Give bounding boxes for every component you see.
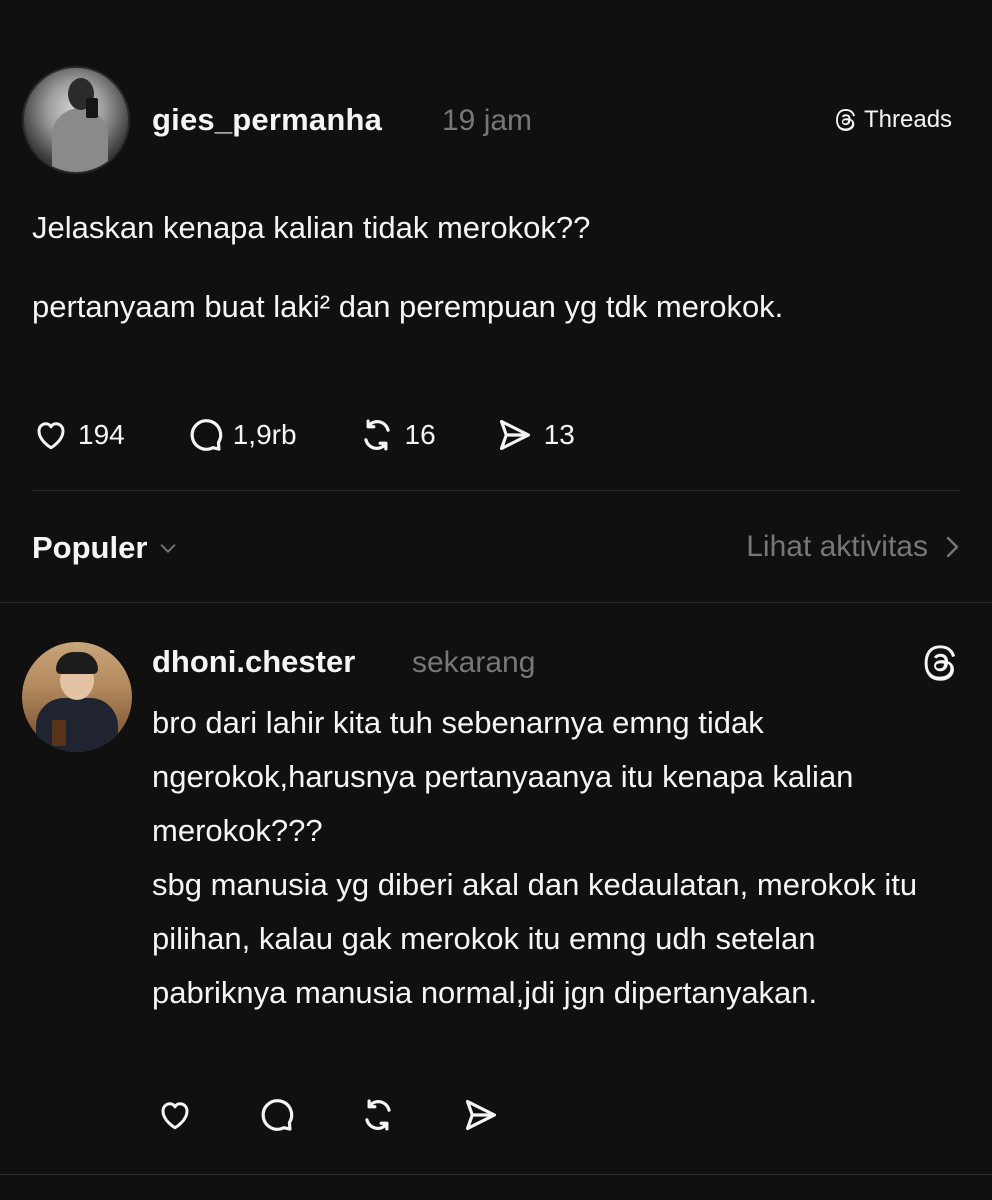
avatar-cup bbox=[52, 720, 66, 746]
avatar-figure-hair bbox=[56, 652, 98, 674]
post-action-bar: 194 1,9rb 16 13 bbox=[32, 416, 575, 454]
post-timestamp: 19 jam bbox=[442, 104, 533, 137]
like-count: 194 bbox=[78, 419, 125, 450]
post-username[interactable]: gies_permanha bbox=[152, 102, 382, 138]
reply-button[interactable]: 1,9rb bbox=[185, 416, 297, 454]
post-body: pertanyaam buat laki² dan perempuan yg t… bbox=[32, 289, 784, 324]
reply-paragraph: sbg manusia yg diberi akal dan kedaulata… bbox=[152, 867, 918, 1010]
post-title: Jelaskan kenapa kalian tidak merokok?? bbox=[32, 210, 591, 245]
threads-post-screen: gies_permanha 19 jam Threads Jelaskan ke… bbox=[0, 0, 992, 1200]
threads-logo-icon bbox=[836, 109, 855, 131]
divider bbox=[32, 490, 960, 491]
reply-username[interactable]: dhoni.chester bbox=[152, 644, 355, 680]
share-button[interactable]: 13 bbox=[494, 416, 575, 454]
divider bbox=[0, 1174, 992, 1175]
view-activity-label: Lihat aktivitas bbox=[746, 530, 928, 563]
threads-logo-icon bbox=[924, 645, 956, 681]
comment-bubble-icon bbox=[190, 419, 222, 451]
reply-avatar[interactable] bbox=[22, 642, 132, 752]
like-button[interactable]: 194 bbox=[32, 417, 125, 453]
repost-count: 16 bbox=[404, 419, 436, 450]
share-count: 13 bbox=[543, 419, 575, 450]
reply-body: bro dari lahir kita tuh sebenarnya emng … bbox=[152, 696, 952, 1020]
reply-paragraph: bro dari lahir kita tuh sebenarnya emng … bbox=[152, 705, 854, 848]
sort-label: Populer bbox=[32, 530, 148, 565]
heart-icon bbox=[37, 422, 65, 450]
reply-action-bar bbox=[156, 1096, 502, 1134]
avatar-figure-body bbox=[36, 698, 118, 752]
view-activity-link[interactable]: Lihat aktivitas bbox=[746, 530, 962, 564]
avatar-phone bbox=[86, 98, 98, 118]
comment-bubble-icon[interactable] bbox=[256, 1096, 296, 1134]
send-icon[interactable] bbox=[460, 1096, 502, 1134]
threads-badge[interactable]: Threads bbox=[832, 106, 952, 134]
heart-icon[interactable] bbox=[156, 1097, 194, 1133]
send-icon bbox=[499, 419, 530, 451]
chevron-right-icon bbox=[946, 536, 959, 558]
sort-dropdown[interactable]: Populer bbox=[32, 530, 179, 566]
repost-icon[interactable] bbox=[358, 1096, 398, 1134]
avatar[interactable] bbox=[22, 66, 130, 174]
reply-timestamp: sekarang bbox=[412, 646, 536, 679]
repost-button[interactable]: 16 bbox=[357, 416, 436, 454]
repost-icon bbox=[363, 419, 390, 451]
reply-count: 1,9rb bbox=[232, 419, 297, 450]
avatar-figure-body bbox=[52, 108, 108, 172]
divider bbox=[0, 602, 992, 603]
chevron-down-icon bbox=[161, 544, 176, 553]
threads-badge-label: Threads bbox=[864, 106, 953, 133]
